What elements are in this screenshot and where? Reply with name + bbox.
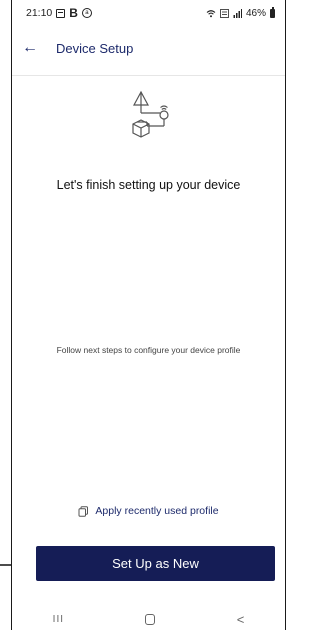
- back-arrow-icon[interactable]: ←: [22, 40, 46, 56]
- system-nav-bar: III <: [12, 608, 285, 630]
- page-title: Device Setup: [56, 40, 134, 56]
- status-bar: 21:10 B a 46%: [12, 0, 285, 26]
- nav-back-icon[interactable]: <: [237, 612, 245, 627]
- app-header: ← Device Setup: [12, 30, 285, 66]
- signal-icon: [233, 8, 242, 18]
- apply-recent-profile-label: Apply recently used profile: [95, 505, 219, 517]
- status-time: 21:10: [26, 7, 53, 19]
- volte-icon: [220, 8, 229, 18]
- headline: Let's finish setting up your device: [56, 178, 241, 192]
- subtext: Follow next steps to configure your devi…: [56, 345, 241, 355]
- wifi-icon: [206, 9, 216, 17]
- message-icon: [56, 8, 66, 18]
- notification-circle-icon: a: [81, 8, 92, 18]
- notification-b-icon: B: [69, 6, 78, 20]
- battery-icon: [270, 7, 275, 18]
- recents-icon[interactable]: III: [53, 614, 64, 625]
- apply-recent-profile-link[interactable]: Apply recently used profile: [12, 505, 285, 517]
- battery-percent: 46%: [245, 7, 266, 19]
- device-setup-icon: [131, 90, 169, 138]
- header-divider: [12, 75, 285, 76]
- set-up-as-new-button[interactable]: Set Up as New: [36, 546, 275, 581]
- phone-screen: 21:10 B a 46% ← Device Setup Let's finis…: [11, 0, 286, 630]
- home-icon[interactable]: [145, 613, 156, 625]
- copy-icon: [78, 505, 89, 517]
